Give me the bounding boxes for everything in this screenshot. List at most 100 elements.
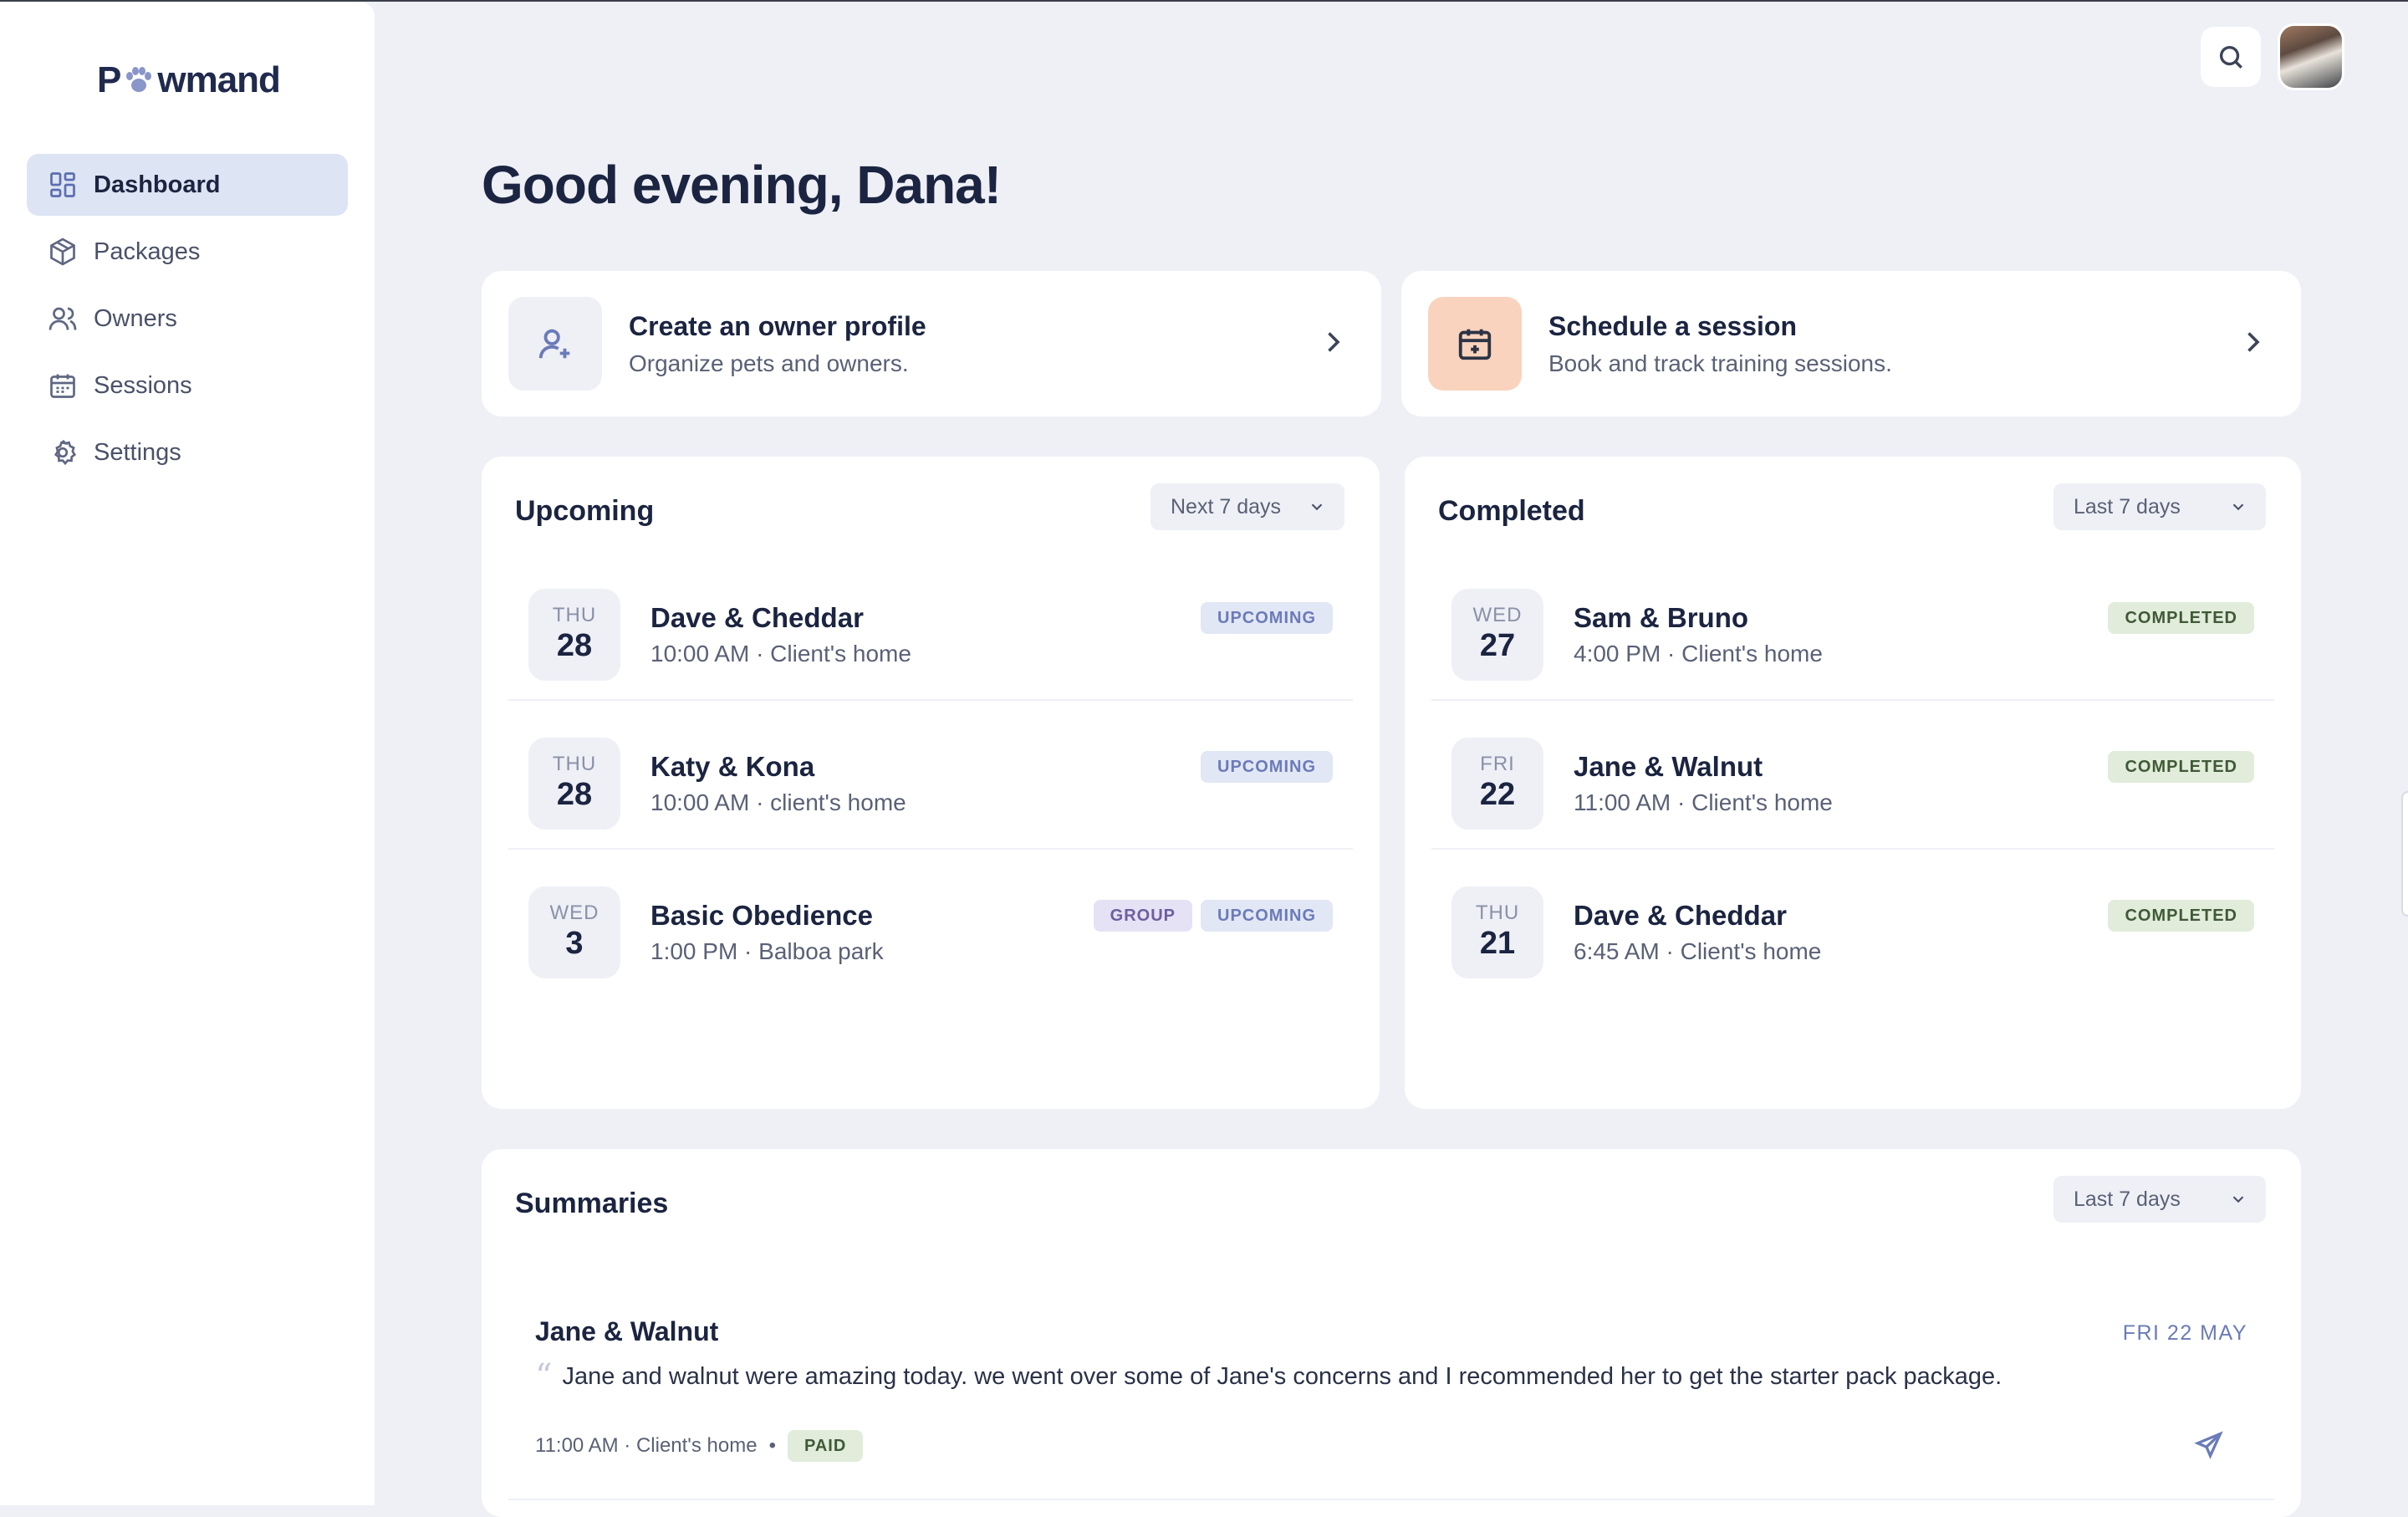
session-row[interactable]: WED 27 Sam & Bruno 4:00 PM · Client's ho…	[1431, 552, 2274, 701]
status-badge: UPCOMING	[1201, 900, 1333, 932]
side-panel-handle[interactable]	[2401, 791, 2408, 917]
chevron-right-icon	[1318, 327, 1351, 360]
date-weekday: THU	[552, 753, 597, 776]
date-weekday: WED	[549, 902, 599, 925]
chevron-down-icon	[1311, 503, 1323, 511]
search-button[interactable]	[2201, 27, 2261, 87]
session-meta: 10:00 AM · Client's home	[650, 641, 911, 667]
action-title: Create an owner profile	[629, 310, 926, 341]
paw-icon	[122, 64, 156, 97]
action-subtitle: Book and track training sessions.	[1548, 350, 1892, 376]
completed-panel: Completed Last 7 days WED 27 Sam & Bruno…	[1405, 457, 2301, 1109]
meta-separator: •	[768, 1434, 776, 1457]
summary-date: FRI 22 MAY	[2122, 1321, 2247, 1345]
date-day: 22	[1479, 777, 1516, 813]
dropdown-value: Last 7 days	[2074, 494, 2181, 518]
sidebar-nav: Dashboard Packages Owners Sessions Setti…	[27, 154, 348, 488]
panel-title: Summaries	[515, 1188, 669, 1219]
sidebar-item-dashboard[interactable]: Dashboard	[27, 154, 348, 216]
status-badge: UPCOMING	[1201, 602, 1333, 634]
date-day: 3	[565, 926, 584, 962]
date-day: 28	[556, 777, 593, 813]
date-box: FRI 22	[1451, 738, 1543, 830]
users-icon	[47, 303, 79, 335]
date-weekday: FRI	[1480, 753, 1515, 776]
sidebar-item-label: Settings	[94, 438, 181, 466]
summary-time-location: 11:00 AM · Client's home	[535, 1434, 758, 1457]
user-plus-icon	[508, 297, 602, 391]
summaries-range-dropdown[interactable]: Last 7 days	[2053, 1176, 2266, 1223]
send-icon	[2194, 1431, 2223, 1459]
session-row[interactable]: WED 3 Basic Obedience 1:00 PM · Balboa p…	[508, 850, 1353, 999]
search-icon	[2219, 45, 2242, 69]
divider	[508, 1499, 2274, 1500]
date-box: THU 28	[528, 589, 620, 681]
session-name: Basic Obedience	[650, 900, 873, 931]
session-meta: 6:45 AM · Client's home	[1574, 938, 1822, 964]
date-box: THU 21	[1451, 886, 1543, 978]
upcoming-panel: Upcoming Next 7 days THU 28 Dave & Chedd…	[482, 457, 1380, 1109]
gear-icon	[47, 437, 79, 468]
date-day: 28	[556, 628, 593, 664]
date-day: 21	[1479, 926, 1516, 962]
sidebar: P wmand Dashboard Packages Owners Sessio…	[0, 2, 375, 1505]
date-box: THU 28	[528, 738, 620, 830]
user-avatar[interactable]	[2278, 23, 2344, 90]
session-name: Dave & Cheddar	[650, 602, 864, 633]
sidebar-item-label: Sessions	[94, 371, 192, 399]
action-title: Schedule a session	[1548, 310, 1798, 341]
sidebar-item-owners[interactable]: Owners	[27, 288, 348, 350]
sidebar-item-packages[interactable]: Packages	[27, 221, 348, 283]
session-row[interactable]: THU 28 Dave & Cheddar 10:00 AM · Client'…	[508, 552, 1353, 701]
panel-title: Completed	[1438, 495, 1585, 527]
summary-quote: “ Jane and walnut were amazing today. we…	[535, 1357, 2002, 1396]
summary-name[interactable]: Jane & Walnut	[535, 1316, 718, 1347]
completed-range-dropdown[interactable]: Last 7 days	[2053, 483, 2266, 530]
panel-title: Upcoming	[515, 495, 655, 527]
summaries-panel: Summaries Last 7 days Jane & Walnut FRI …	[482, 1149, 2301, 1517]
dropdown-value: Next 7 days	[1171, 494, 1282, 518]
session-row[interactable]: THU 28 Katy & Kona 10:00 AM · client's h…	[508, 701, 1353, 850]
chevron-right-icon	[2237, 327, 2271, 360]
session-name: Jane & Walnut	[1574, 751, 1763, 782]
status-badge: UPCOMING	[1201, 751, 1333, 783]
paid-badge: PAID	[788, 1430, 864, 1462]
date-box: WED 27	[1451, 589, 1543, 681]
quote-icon: “	[535, 1357, 553, 1396]
session-name: Katy & Kona	[650, 751, 815, 782]
summary-text: Jane and walnut were amazing today. we w…	[562, 1363, 2002, 1390]
date-weekday: WED	[1472, 604, 1523, 627]
date-weekday: THU	[552, 604, 597, 627]
summary-meta: 11:00 AM · Client's home • PAID	[535, 1430, 864, 1462]
session-row[interactable]: THU 21 Dave & Cheddar 6:45 AM · Client's…	[1431, 850, 2274, 999]
session-name: Sam & Bruno	[1574, 602, 1749, 633]
package-icon	[47, 236, 79, 268]
status-badge: COMPLETED	[2108, 751, 2254, 783]
status-badge: COMPLETED	[2108, 602, 2254, 634]
session-meta: 11:00 AM · Client's home	[1574, 789, 1833, 815]
date-box: WED 3	[528, 886, 620, 978]
schedule-session-card[interactable]: Schedule a session Book and track traini…	[1401, 271, 2301, 416]
create-owner-profile-card[interactable]: Create an owner profile Organize pets an…	[482, 271, 1381, 416]
sidebar-item-settings[interactable]: Settings	[27, 421, 348, 483]
session-row[interactable]: FRI 22 Jane & Walnut 11:00 AM · Client's…	[1431, 701, 2274, 850]
date-day: 27	[1479, 628, 1516, 664]
sidebar-item-sessions[interactable]: Sessions	[27, 355, 348, 416]
action-subtitle: Organize pets and owners.	[629, 350, 909, 376]
chevron-down-icon	[2232, 503, 2244, 511]
dashboard-icon	[47, 169, 79, 201]
date-weekday: THU	[1475, 902, 1520, 925]
logo-text-start: P	[97, 59, 121, 100]
send-summary-button[interactable]	[2194, 1430, 2227, 1463]
calendar-icon	[47, 370, 79, 401]
calendar-plus-icon	[1428, 297, 1522, 391]
upcoming-range-dropdown[interactable]: Next 7 days	[1150, 483, 1344, 530]
session-name: Dave & Cheddar	[1574, 900, 1787, 931]
dropdown-value: Last 7 days	[2074, 1187, 2181, 1211]
sidebar-item-label: Dashboard	[94, 171, 221, 198]
session-meta: 10:00 AM · client's home	[650, 789, 906, 815]
session-meta: 4:00 PM · Client's home	[1574, 641, 1823, 667]
sidebar-item-label: Owners	[94, 304, 177, 332]
page-title: Good evening, Dana!	[482, 155, 1002, 215]
brand-logo[interactable]: P wmand	[97, 59, 281, 100]
